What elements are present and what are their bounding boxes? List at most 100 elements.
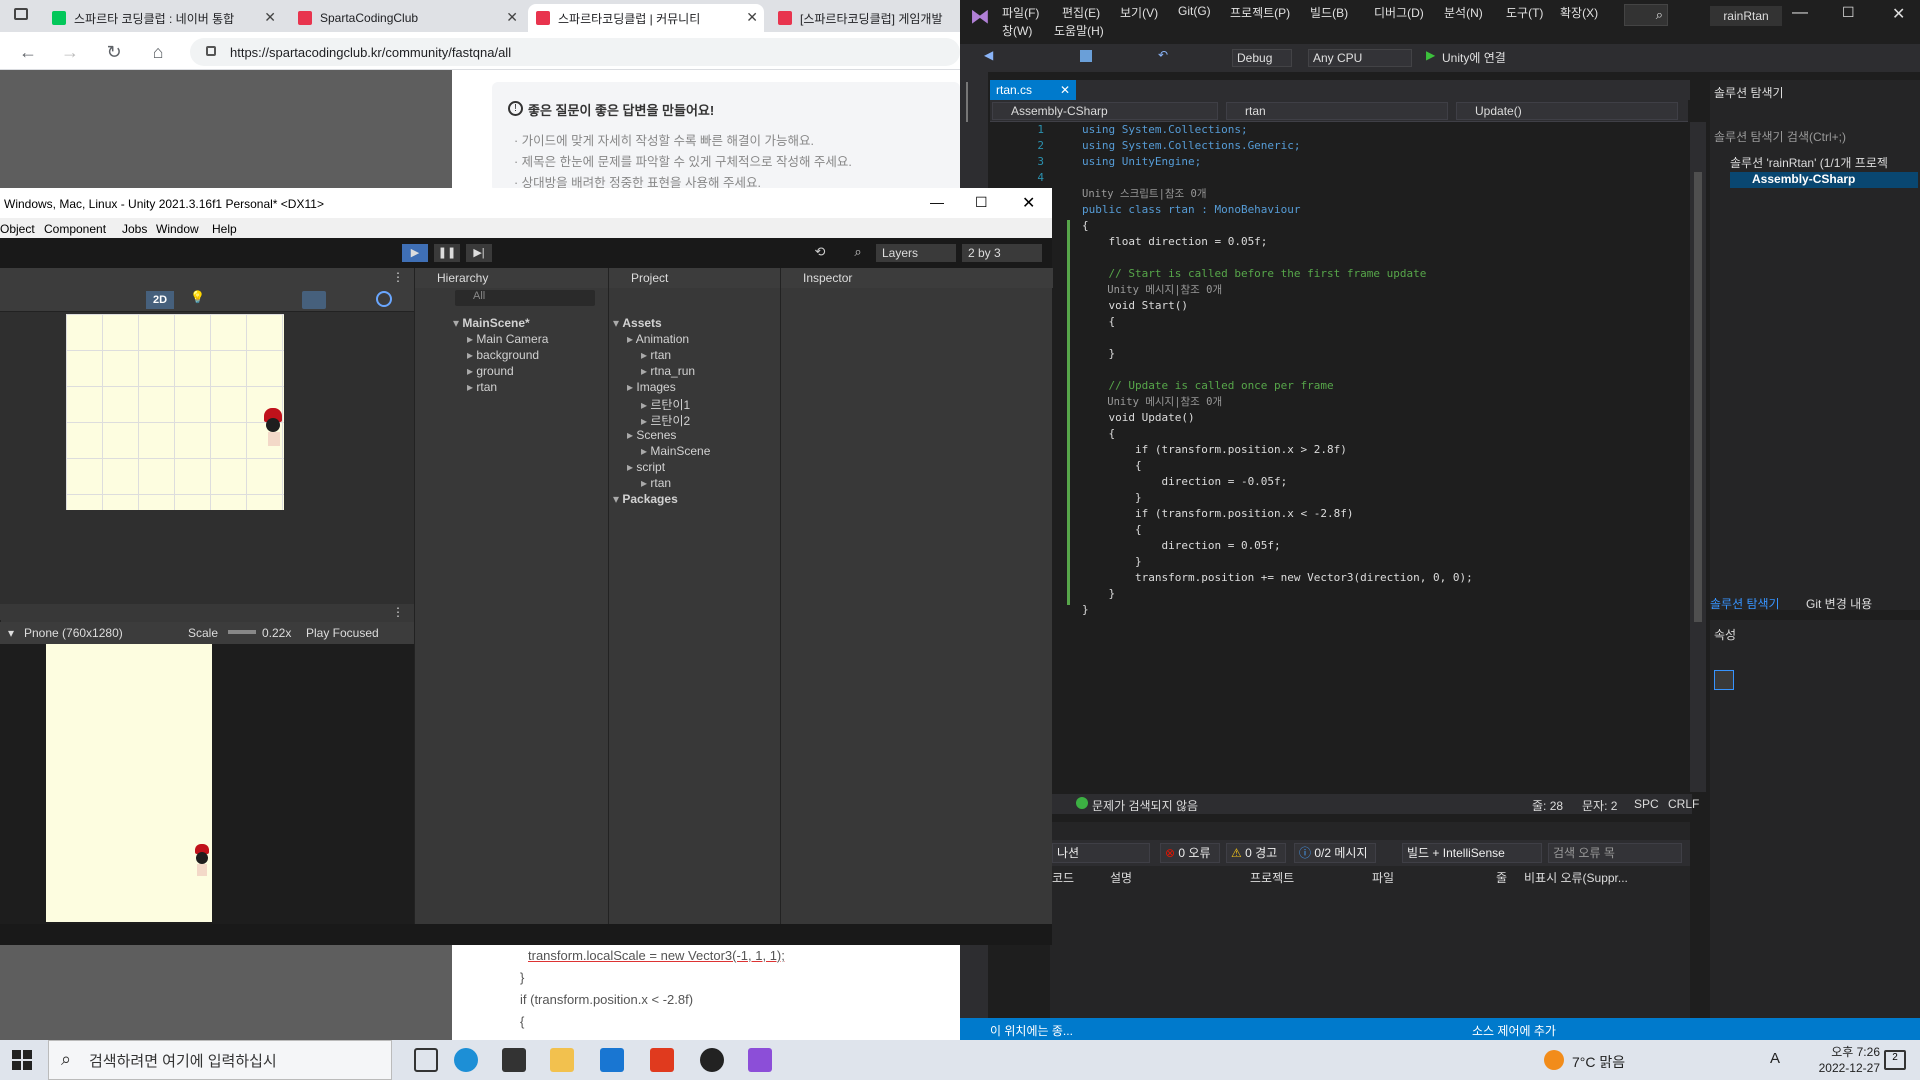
expand-icon[interactable]: ▸ xyxy=(627,332,636,346)
hierarchy-search[interactable]: All xyxy=(455,290,595,306)
game-view[interactable] xyxy=(0,644,414,924)
solution-node[interactable]: 솔루션 'rainRtan' (1/1개 프로젝 xyxy=(1730,154,1888,171)
expand-icon[interactable]: ▸ xyxy=(627,460,636,474)
code-line[interactable]: void Start() xyxy=(1082,298,1187,314)
platform-dropdown[interactable]: Any CPU xyxy=(1308,49,1412,67)
weather-icon[interactable] xyxy=(1544,1050,1564,1070)
error-search-input[interactable]: 검색 오류 목 xyxy=(1548,843,1682,863)
source-control-button[interactable]: 소스 제어에 추가 xyxy=(1472,1022,1556,1039)
code-line[interactable]: { xyxy=(1082,314,1115,330)
code-area[interactable]: 1 using System.Collections; 2 using System.… xyxy=(1000,122,1690,622)
solex-search[interactable]: 솔루션 탐색기 검색(Ctrl+;) xyxy=(1714,128,1914,145)
browser-tab[interactable]: 스파르타코딩클럽 | 커뮤니티 ✕ xyxy=(528,4,764,32)
error-column-header[interactable]: 코드 xyxy=(1052,869,1074,886)
code-line[interactable]: } xyxy=(1082,586,1115,602)
code-line[interactable]: float direction = 0.05f; xyxy=(1082,234,1267,250)
tree-item[interactable]: ▸ rtna_run xyxy=(641,364,695,378)
weather-text[interactable]: 7°C 맑음 xyxy=(1572,1052,1625,1072)
messages-filter[interactable]: ⓘ 0/2 메시지 xyxy=(1294,843,1376,863)
taskbar-search[interactable]: ⌕ 검색하려면 여기에 입력하십시 xyxy=(48,1040,392,1080)
solex-tab[interactable]: 솔루션 탐색기 xyxy=(1710,595,1780,612)
search-icon[interactable]: ⌕ xyxy=(846,244,870,262)
code-line[interactable]: { xyxy=(1082,426,1115,442)
vs-menu-item[interactable]: 프로젝트(P) xyxy=(1230,4,1290,21)
hierarchy-tab[interactable]: Hierarchy xyxy=(415,268,609,288)
code-line[interactable]: } xyxy=(1082,554,1142,570)
nav-class-dropdown[interactable]: rtan xyxy=(1226,102,1448,120)
attach-unity-button[interactable]: Unity에 연결 xyxy=(1442,49,1506,66)
expand-icon[interactable]: ▸ xyxy=(641,398,650,412)
project-tab[interactable]: Project xyxy=(609,268,781,288)
vs-menu-item[interactable]: 확장(X) xyxy=(1560,4,1598,21)
expand-icon[interactable]: ▾ xyxy=(613,316,622,330)
nav-back-icon[interactable]: ◀ xyxy=(984,48,993,62)
issues-status[interactable]: 문제가 검색되지 않음 xyxy=(1092,797,1198,814)
maximize-icon[interactable]: ☐ xyxy=(1842,4,1855,21)
clock-date[interactable]: 2022-12-27 xyxy=(1790,1061,1880,1075)
code-line[interactable]: transform.position += new Vector3(direct… xyxy=(1082,570,1473,586)
tree-item[interactable]: ▸ script xyxy=(627,460,665,474)
unity-hub-icon[interactable] xyxy=(700,1048,724,1072)
close-icon[interactable]: ✕ xyxy=(264,9,276,26)
vs-search-box[interactable]: ⌕ xyxy=(1624,4,1668,26)
git-changes-tab[interactable]: Git 변경 내용 xyxy=(1806,595,1872,612)
layers-dropdown[interactable]: Layers xyxy=(876,244,956,262)
tree-item[interactable]: ▸ rtan xyxy=(467,380,497,394)
maximize-icon[interactable]: ☐ xyxy=(975,194,988,211)
file-explorer-icon[interactable] xyxy=(550,1048,574,1072)
code-line[interactable]: direction = 0.05f; xyxy=(1082,538,1280,554)
tree-item[interactable]: ▾ Assets xyxy=(613,316,662,330)
expand-icon[interactable]: ▾ xyxy=(613,492,622,506)
minimize-icon[interactable]: — xyxy=(1792,4,1808,22)
gizmos-icon[interactable] xyxy=(376,291,392,307)
clock-time[interactable]: 오후 7:26 xyxy=(1800,1043,1880,1060)
project-node[interactable]: Assembly-CSharp xyxy=(1730,172,1918,188)
mail-icon[interactable] xyxy=(600,1048,624,1072)
code-line[interactable]: Unity 메시지|참조 0개 xyxy=(1082,394,1222,410)
code-line[interactable]: public class rtan : MonoBehaviour xyxy=(1082,202,1301,218)
more-icon[interactable]: ⋮ xyxy=(392,270,404,284)
code-line[interactable]: direction = -0.05f; xyxy=(1082,474,1287,490)
expand-icon[interactable]: ▸ xyxy=(641,364,650,378)
expand-icon[interactable]: ▸ xyxy=(467,364,476,378)
expand-icon[interactable]: ▸ xyxy=(467,348,476,362)
code-line[interactable]: // Update is called once per frame xyxy=(1082,378,1333,394)
play-mode-dropdown[interactable]: Play Focused xyxy=(306,626,379,640)
expand-icon[interactable]: ▾ xyxy=(453,316,462,330)
vs-menu-item[interactable]: 분석(N) xyxy=(1444,4,1483,21)
edge-icon[interactable] xyxy=(454,1048,478,1072)
errors-filter[interactable]: ⊗ 0 오류 xyxy=(1160,843,1220,863)
tree-item[interactable]: ▸ ground xyxy=(467,364,514,378)
close-icon[interactable]: ✕ xyxy=(1022,193,1035,213)
close-icon[interactable]: ✕ xyxy=(1060,80,1070,100)
step-button[interactable]: ▶| xyxy=(466,244,492,262)
task-view-icon[interactable] xyxy=(414,1048,438,1072)
error-column-header[interactable]: 비표시 오류(Suppr... xyxy=(1524,869,1628,886)
vs-menu-item[interactable]: 도구(T) xyxy=(1506,4,1543,21)
code-line[interactable]: { xyxy=(1082,218,1089,234)
error-column-header[interactable]: 프로젝트 xyxy=(1250,869,1294,886)
scene-view[interactable] xyxy=(0,312,414,604)
unity-menu-item[interactable]: Window xyxy=(156,222,199,236)
pause-button[interactable]: ❚❚ xyxy=(434,244,460,262)
categorized-icon[interactable] xyxy=(1714,670,1734,690)
vs-menu-item[interactable]: 편집(E) xyxy=(1062,4,1100,21)
tree-item[interactable]: ▸ MainScene xyxy=(641,444,710,458)
code-line[interactable]: { xyxy=(1082,522,1142,538)
close-icon[interactable]: ✕ xyxy=(506,9,518,26)
code-line[interactable]: } xyxy=(1082,490,1142,506)
expand-icon[interactable]: ▸ xyxy=(641,444,650,458)
more-icon[interactable]: ⋮ xyxy=(392,605,404,619)
code-line[interactable]: void Update() xyxy=(1082,410,1194,426)
rtan-sprite[interactable] xyxy=(260,408,286,448)
code-line[interactable]: if (transform.position.x > 2.8f) xyxy=(1082,442,1347,458)
tab-rtan-cs[interactable]: rtan.cs ✕ xyxy=(990,80,1076,100)
play-button[interactable]: ▶ xyxy=(402,244,428,262)
vs-menu-item[interactable]: 보기(V) xyxy=(1120,4,1158,21)
unity-menu-item[interactable]: Jobs xyxy=(122,222,147,236)
code-line[interactable]: using System.Collections; xyxy=(1082,122,1248,138)
unity-menu-item[interactable]: Help xyxy=(212,222,237,236)
unity-menu-item[interactable]: Component xyxy=(44,222,106,236)
expand-icon[interactable]: ▸ xyxy=(627,380,636,394)
history-icon[interactable]: ⟲ xyxy=(808,244,832,262)
